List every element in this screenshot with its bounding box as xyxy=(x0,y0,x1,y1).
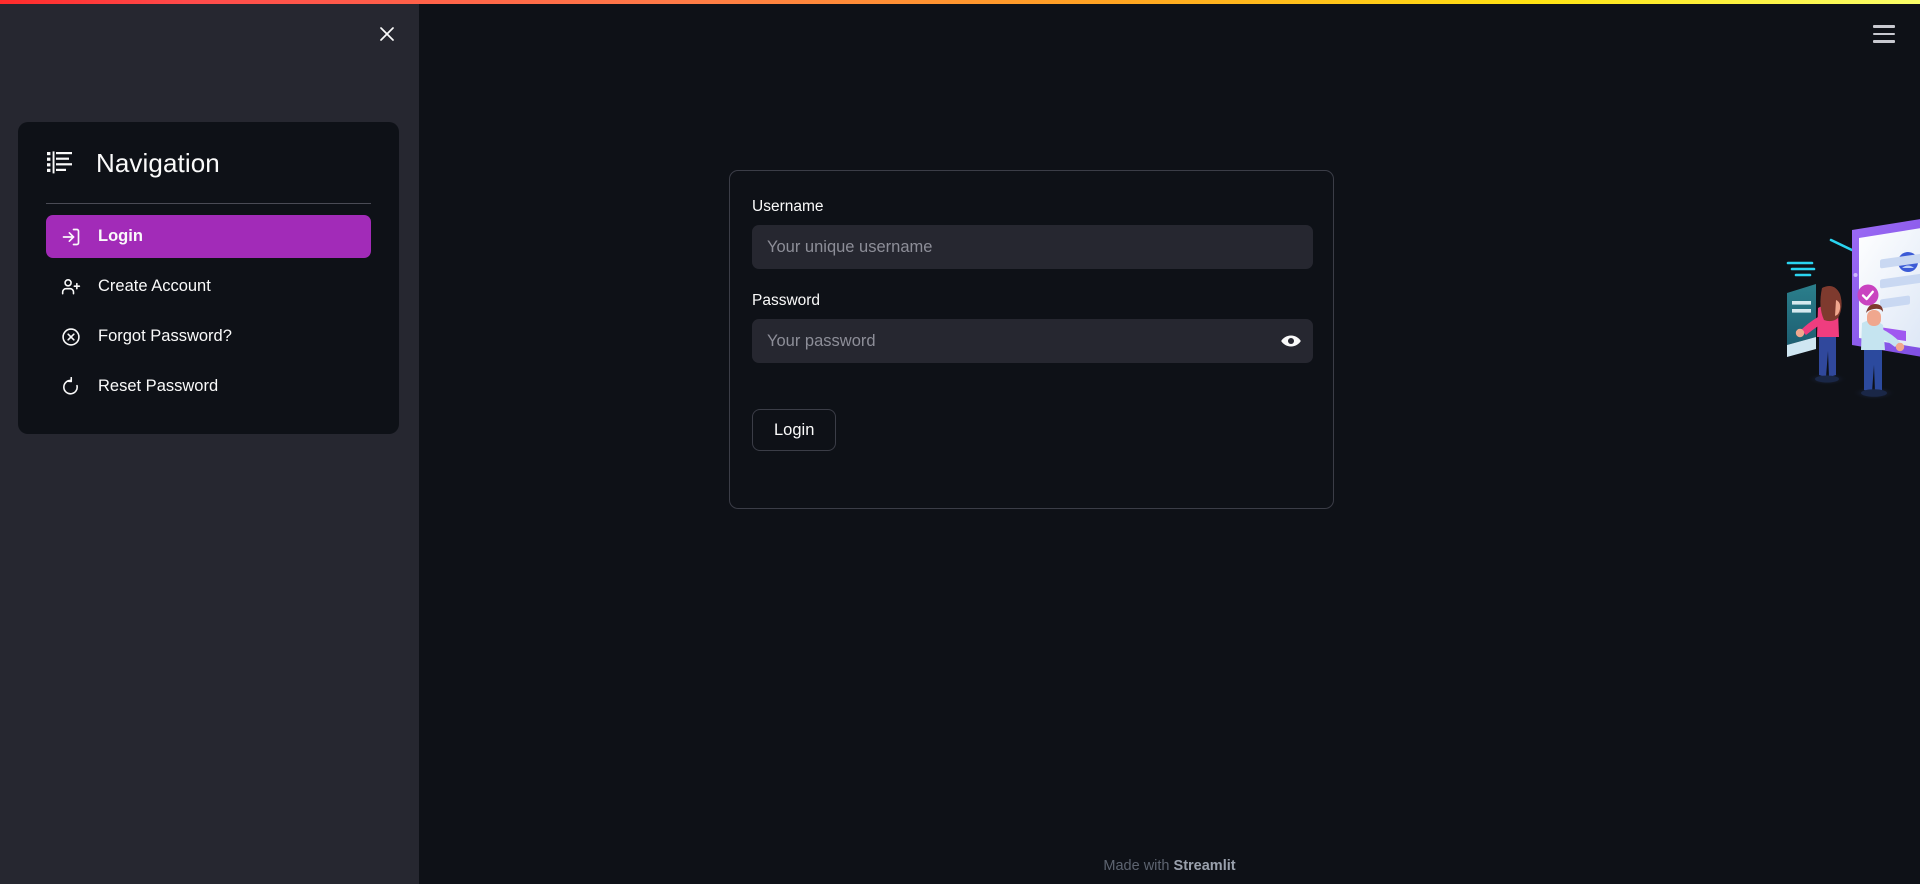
top-gradient-bar xyxy=(0,0,1920,4)
login-form-card: Username Password Login xyxy=(729,170,1334,509)
sidebar-item-login[interactable]: Login xyxy=(46,215,371,258)
person-add-icon xyxy=(60,276,82,298)
hamburger-line xyxy=(1873,25,1895,28)
main-content: Username Password Login xyxy=(419,0,1920,884)
sidebar-item-forgot-password[interactable]: Forgot Password? xyxy=(46,315,371,358)
footer: Made with Streamlit xyxy=(419,858,1920,874)
list-menu-icon xyxy=(46,148,76,178)
close-icon xyxy=(377,24,397,44)
hamburger-line xyxy=(1873,32,1895,36)
sidebar: Navigation Login Create Account Forgot P… xyxy=(0,0,419,884)
navigation-title: Navigation xyxy=(96,148,220,178)
navigation-header: Navigation xyxy=(46,148,371,182)
password-field-wrapper[interactable] xyxy=(752,319,1313,364)
navigation-card: Navigation Login Create Account Forgot P… xyxy=(18,122,399,434)
footer-brand-link[interactable]: Streamlit xyxy=(1174,858,1236,874)
login-submit-button[interactable]: Login xyxy=(752,409,837,452)
sidebar-item-label: Forgot Password? xyxy=(98,327,232,346)
login-arrow-icon xyxy=(60,226,82,248)
eye-icon[interactable] xyxy=(1269,319,1313,363)
password-input[interactable] xyxy=(752,319,1269,364)
hamburger-menu-icon[interactable] xyxy=(1866,16,1902,52)
footer-made-with: Made with xyxy=(1103,858,1174,874)
sidebar-close-button[interactable] xyxy=(370,17,404,51)
password-label: Password xyxy=(752,292,821,310)
sidebar-item-label: Create Account xyxy=(98,277,211,296)
navigation-divider xyxy=(46,203,371,204)
username-input[interactable] xyxy=(752,225,1313,270)
hamburger-line xyxy=(1873,40,1895,43)
rotate-ccw-icon xyxy=(60,376,82,398)
sidebar-item-create-account[interactable]: Create Account xyxy=(46,265,371,308)
sidebar-item-label: Reset Password xyxy=(98,377,219,396)
login-illustration xyxy=(1756,205,1920,410)
username-field-wrapper[interactable] xyxy=(752,225,1313,270)
username-label: Username xyxy=(752,198,824,215)
sidebar-item-reset-password[interactable]: Reset Password xyxy=(46,365,371,408)
circle-x-icon xyxy=(60,326,82,348)
sidebar-item-label: Login xyxy=(98,227,143,246)
